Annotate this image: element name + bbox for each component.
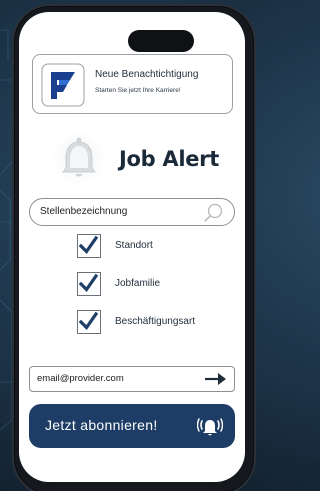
email-input[interactable] [30, 367, 200, 390]
notification-card[interactable]: Neue Benachtichtigung Starten Sie jetzt … [32, 54, 233, 114]
arrow-right-icon[interactable] [204, 371, 228, 387]
filter-label: Jobfamilie [115, 278, 161, 289]
phone-notch [128, 30, 194, 52]
notification-subtitle: Starten Sie jetzt Ihre Karriere! [95, 87, 181, 94]
filter-beschaeftigungsart[interactable]: Beschäftigungsart [77, 310, 227, 334]
search-icon[interactable] [202, 202, 224, 224]
subscribe-button[interactable]: Jetzt abonnieren! [29, 404, 235, 448]
email-field[interactable] [29, 366, 235, 392]
filter-label: Beschäftigungsart [115, 316, 196, 327]
search-field[interactable] [29, 198, 235, 226]
filter-standort[interactable]: Standort [77, 234, 227, 258]
page-title: Job Alert [119, 147, 219, 171]
subscribe-button-label: Jetzt abonnieren! [45, 417, 158, 433]
notification-title: Neue Benachtichtigung [95, 69, 199, 80]
checkmark-icon [78, 311, 99, 330]
filter-jobfamilie[interactable]: Jobfamilie [77, 272, 227, 296]
checkbox-beschaeftigungsart[interactable] [77, 310, 101, 334]
checkmark-icon [78, 273, 99, 292]
search-input[interactable] [30, 199, 200, 224]
phone-screen: Neue Benachtichtigung Starten Sie jetzt … [19, 12, 245, 482]
checkmark-icon [78, 235, 99, 254]
filter-label: Standort [115, 240, 153, 251]
bell-icon [51, 130, 107, 186]
checkbox-standort[interactable] [77, 234, 101, 258]
checkbox-jobfamilie[interactable] [77, 272, 101, 296]
bell-ringing-icon [197, 418, 223, 436]
company-logo-icon [41, 63, 85, 107]
